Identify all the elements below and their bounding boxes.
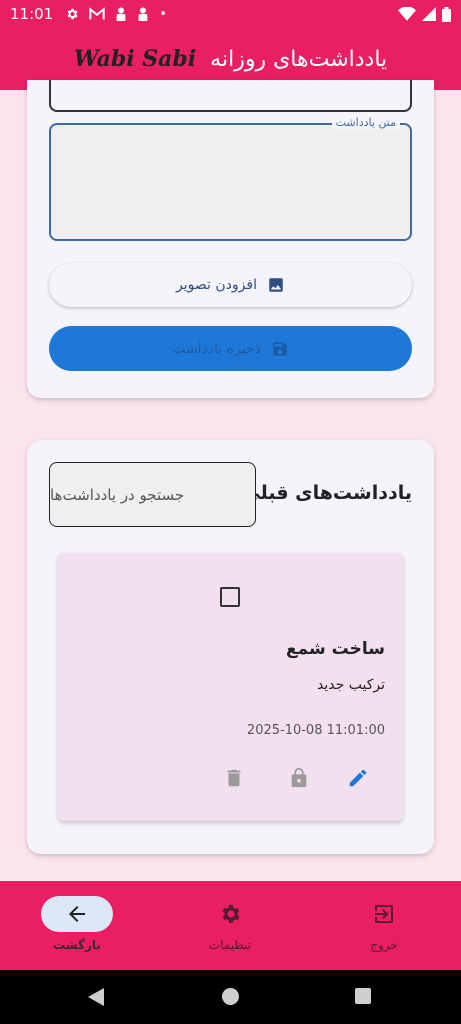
note-title: ساخت شمع [286,639,385,659]
nav-settings-label: تنظیمات [208,938,252,952]
gear-icon [67,8,78,20]
battery-icon [442,6,451,22]
lock-icon [291,767,307,788]
status-time: 11:01 [10,5,54,23]
system-recents-icon[interactable] [355,988,371,1004]
add-image-button[interactable]: افزودن تصویر [49,263,412,307]
brand-logo: Wabi Sabi [73,46,197,72]
gear-icon [222,905,240,923]
nav-back-indicator [41,896,113,932]
signal-icon [422,7,436,21]
nav-exit-indicator [348,896,420,932]
delete-icon [227,769,241,787]
edit-icon [349,769,367,787]
image-icon [269,278,283,292]
status-bar: 11:01 • [0,0,461,28]
system-back-icon[interactable] [88,988,104,1006]
note-checkbox[interactable] [220,587,240,607]
save-note-button[interactable]: ذخیره یادداشت [49,326,412,371]
status-system-icons [398,6,451,22]
save-note-label: ذخیره یادداشت [172,340,261,357]
save-icon [273,341,287,356]
system-navigation-bar [0,970,461,1024]
arrow-back-icon [69,906,85,922]
note-item[interactable]: ساخت شمع ترکیب جدید 2025-10-08 11:01:00 [58,553,403,821]
nav-back-label: بازگشت [53,938,101,952]
lock-person-icon [116,7,126,21]
previous-notes-card: یادداشت‌های قبلی: جستجو در یادداشت‌ها سا… [27,440,434,854]
note-body: ترکیب جدید [317,677,385,693]
note-text-field[interactable]: متن یادداشت [49,116,412,241]
lock-button[interactable] [286,765,312,791]
note-text-label: متن یادداشت [331,116,400,129]
nav-back[interactable]: بازگشت [22,881,132,970]
bottom-navigation: بازگشت تنظیمات خروج [0,881,461,970]
delete-button[interactable] [221,765,247,791]
nav-exit[interactable]: خروج [329,881,439,970]
note-title-field[interactable] [49,80,412,112]
app-title: یادداشت‌های روزانه [210,46,388,72]
previous-notes-label: یادداشت‌های قبلی: [233,482,412,504]
nav-exit-label: خروج [370,938,398,952]
wifi-icon [398,7,416,21]
note-editor-card: متن یادداشت افزودن تصویر ذخیره یادداشت [27,80,434,398]
nav-settings[interactable]: تنظیمات [175,881,285,970]
edit-button[interactable] [345,765,371,791]
add-image-label: افزودن تصویر [176,277,257,293]
lock-person-icon [138,7,148,21]
search-placeholder: جستجو در یادداشت‌ها [50,485,185,504]
exit-icon [375,905,393,923]
dot-icon: • [159,6,167,22]
status-notification-icons: • [65,7,167,22]
nav-settings-indicator [194,896,266,932]
gmail-icon [89,7,105,20]
note-datetime: 2025-10-08 11:01:00 [246,723,385,738]
system-home-icon[interactable] [222,988,239,1005]
search-input[interactable]: جستجو در یادداشت‌ها [49,462,256,527]
